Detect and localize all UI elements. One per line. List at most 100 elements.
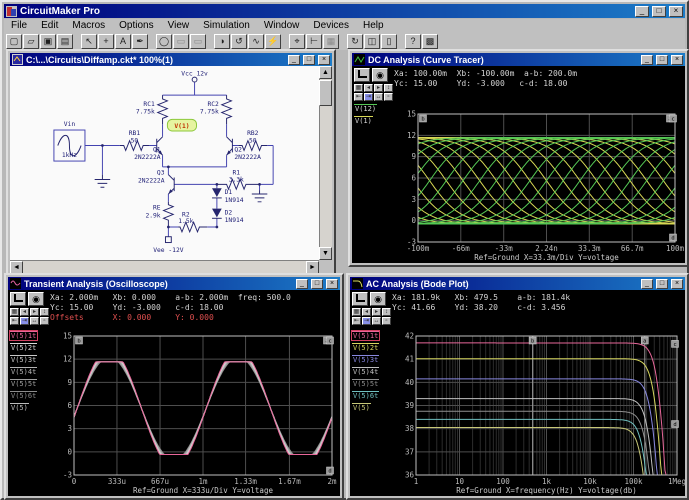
schematic-close-button[interactable]: × — [318, 55, 330, 65]
resistor-rc2[interactable] — [222, 95, 232, 124]
help-icon[interactable]: ? — [405, 34, 421, 49]
scroll-up-icon[interactable]: ▲ — [319, 66, 332, 79]
scope-control-button[interactable]: ↕ — [40, 308, 49, 316]
app-close-button[interactable]: × — [669, 6, 683, 17]
schematic-vertical-scrollbar[interactable]: ▲ ▼ — [319, 66, 332, 260]
schematic-canvas[interactable]: Vcc 12vRC17.75kRC27.75kV(1)RB150RB250Vin… — [10, 66, 319, 260]
dc-plot[interactable]: 15129630-3-100m-66m-33m2.24n33.3m66.7m10… — [396, 108, 685, 263]
diode-d1[interactable] — [212, 188, 222, 198]
vcc-terminal[interactable] — [192, 77, 197, 82]
resistor-rc1[interactable] — [158, 95, 168, 124]
scope-control-button[interactable]: ▸ — [30, 308, 39, 316]
open-file-icon[interactable]: ▱ — [23, 34, 39, 49]
legend-item-V52t[interactable]: V(5)2t — [352, 343, 379, 352]
print-icon[interactable]: ▤ — [57, 34, 73, 49]
transient-close-button[interactable]: × — [326, 279, 338, 289]
schematic-horizontal-scrollbar[interactable]: ◄ ► — [10, 260, 319, 273]
menu-item-simulation[interactable]: Simulation — [196, 20, 257, 31]
scope-control-button[interactable]: ◂ — [20, 308, 29, 316]
waveform-probe-icon[interactable]: ∿ — [248, 34, 264, 49]
scope-control-button[interactable]: ◂ — [364, 84, 373, 92]
scope-control-button[interactable]: ↔ — [374, 93, 383, 101]
scope-control-button[interactable]: ⇥ — [364, 93, 373, 101]
legend-item-V53t[interactable]: V(5)3t — [352, 355, 379, 364]
scope-control-button[interactable]: ⇤ — [354, 93, 363, 101]
dc-minimize-button[interactable]: _ — [641, 55, 653, 65]
dc-titlebar[interactable]: DC Analysis (Curve Tracer) _ □ × — [352, 53, 685, 66]
scope-control-button[interactable]: ⇤ — [352, 317, 361, 325]
transient-plot[interactable]: 15129630-30333u667u1m1.33m1.67m2mRef=Gro… — [52, 330, 340, 496]
eye-icon[interactable]: ◉ — [28, 292, 44, 306]
ac-titlebar[interactable]: AC Analysis (Bode Plot) _ □ × — [350, 277, 685, 290]
dc-close-button[interactable]: × — [671, 55, 683, 65]
eye-icon[interactable]: ◉ — [372, 68, 388, 82]
app-maximize-button[interactable]: □ — [652, 6, 666, 17]
scope-control-button[interactable]: ▸ — [372, 308, 381, 316]
menu-item-edit[interactable]: Edit — [34, 20, 65, 31]
legend-item-V5[interactable]: V(5) — [352, 403, 371, 412]
menu-item-file[interactable]: File — [4, 20, 34, 31]
legend-item-V5[interactable]: V(5) — [10, 403, 29, 412]
scope-control-button[interactable]: ⇥ — [20, 317, 29, 325]
dc-maximize-button[interactable]: □ — [656, 55, 668, 65]
legend-item-V55t[interactable]: V(5)5t — [352, 379, 379, 388]
mirror-tool-icon[interactable]: ↺ — [231, 34, 247, 49]
app-minimize-button[interactable]: _ — [635, 6, 649, 17]
select-tool-icon[interactable]: ↖ — [81, 34, 97, 49]
save-file-icon[interactable]: ▣ — [40, 34, 56, 49]
transistor-q2[interactable] — [227, 137, 233, 155]
wire-tool-icon[interactable]: + — [98, 34, 114, 49]
probe-tool-icon[interactable]: ⌖ — [289, 34, 305, 49]
legend-item-V56t[interactable]: V(5)6t — [352, 391, 379, 400]
plot-area-icon[interactable] — [352, 292, 368, 306]
ac-maximize-button[interactable]: □ — [656, 279, 668, 289]
vee-terminal[interactable] — [165, 237, 171, 243]
zoom-out-icon[interactable]: ▭ — [190, 34, 206, 49]
plot-area-icon[interactable] — [10, 292, 26, 306]
connection-tool-icon[interactable]: ⊢ — [306, 34, 322, 49]
ac-plot[interactable]: 424140393837361101001k10k100k1MegRef=Gro… — [394, 330, 685, 496]
grid-toggle-icon[interactable]: ▦ — [323, 34, 339, 49]
pen-tool-icon[interactable]: ✒ — [132, 34, 148, 49]
transient-maximize-button[interactable]: □ — [311, 279, 323, 289]
legend-item-V1[interactable]: V(1) — [354, 116, 373, 125]
search-tool-icon[interactable]: ◫ — [364, 34, 380, 49]
plot-area-icon[interactable] — [354, 68, 370, 82]
schematic-minimize-button[interactable]: _ — [288, 55, 300, 65]
legend-item-V53t[interactable]: V(5)3t — [10, 355, 37, 364]
step-tool-icon[interactable]: ↻ — [347, 34, 363, 49]
scope-control-button[interactable]: ⇥ — [362, 317, 371, 325]
menu-item-view[interactable]: View — [161, 20, 197, 31]
zoom-in-icon[interactable]: ▭ — [173, 34, 189, 49]
scope-control-button[interactable]: ↕ — [384, 84, 393, 92]
legend-item-V51t[interactable]: V(5)1t — [10, 331, 37, 340]
transient-titlebar[interactable]: Transient Analysis (Oscilloscope) _ □ × — [8, 277, 340, 290]
scope-control-button[interactable]: ↔ — [372, 317, 381, 325]
scope-control-button[interactable]: ▦ — [354, 84, 363, 92]
legend-item-V51t[interactable]: V(5)1t — [352, 331, 379, 340]
resistor-re[interactable] — [164, 202, 174, 227]
scope-control-button[interactable]: ⇤ — [10, 317, 19, 325]
ac-close-button[interactable]: × — [671, 279, 683, 289]
legend-item-V12[interactable]: V(12) — [354, 104, 377, 113]
menu-item-window[interactable]: Window — [257, 20, 307, 31]
transistor-q3[interactable] — [168, 175, 174, 194]
scroll-down-icon[interactable]: ▼ — [319, 247, 332, 260]
scope-control-button[interactable]: ▸ — [374, 84, 383, 92]
scope-control-button[interactable]: ▫ — [382, 317, 391, 325]
device-library-icon[interactable]: ▩ — [422, 34, 438, 49]
legend-item-V55t[interactable]: V(5)5t — [10, 379, 37, 388]
ac-minimize-button[interactable]: _ — [641, 279, 653, 289]
scope-control-button[interactable]: ▫ — [40, 317, 49, 325]
scope-control-button[interactable]: ↕ — [382, 308, 391, 316]
clipboard-tool-icon[interactable]: ▯ — [381, 34, 397, 49]
menu-item-devices[interactable]: Devices — [306, 20, 356, 31]
scope-control-button[interactable]: ▦ — [352, 308, 361, 316]
schematic-titlebar[interactable]: C:\...\Circuits\Diffamp.ckt* 100%(1) _ □… — [10, 53, 332, 66]
schematic-maximize-button[interactable]: □ — [303, 55, 315, 65]
zoom-tool-icon[interactable]: ◯ — [156, 34, 172, 49]
legend-item-V54t[interactable]: V(5)4t — [10, 367, 37, 376]
run-simulation-icon[interactable]: ⚡ — [265, 34, 281, 49]
scope-control-button[interactable]: ▫ — [384, 93, 393, 101]
transient-minimize-button[interactable]: _ — [296, 279, 308, 289]
